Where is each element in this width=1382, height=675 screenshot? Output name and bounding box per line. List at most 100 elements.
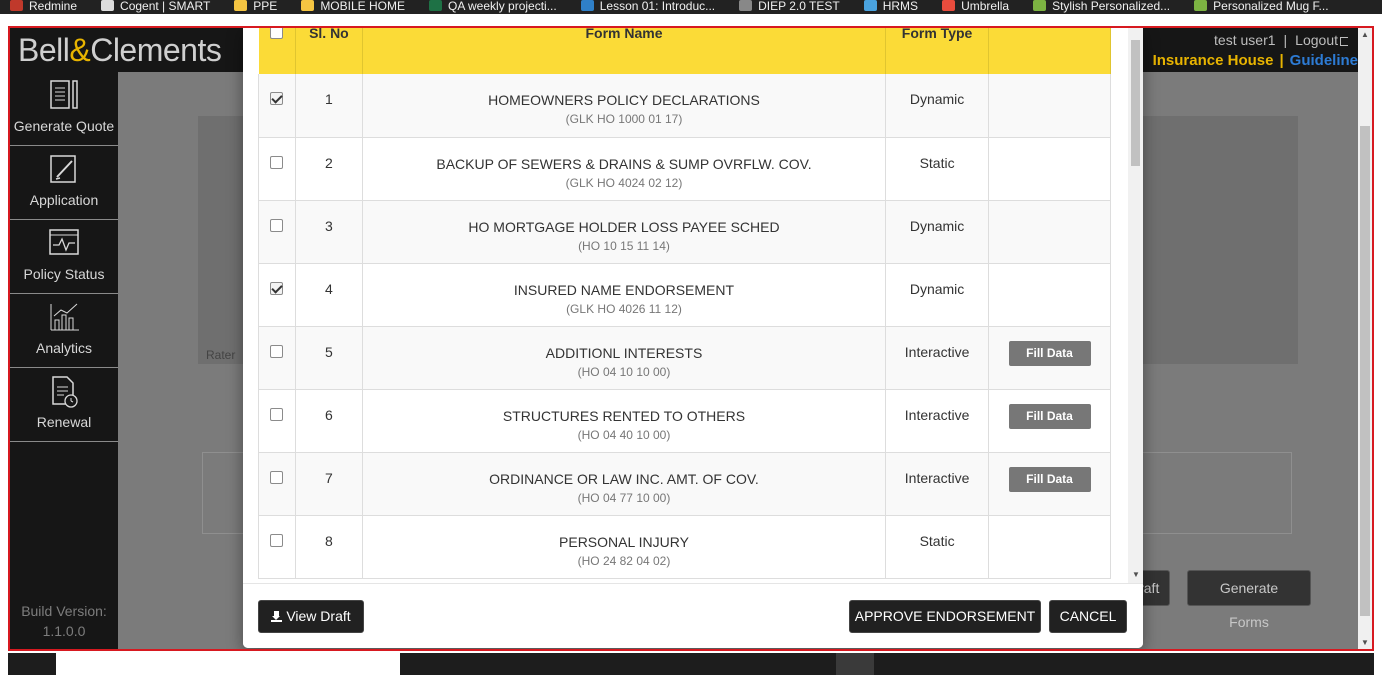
page-scrollbar[interactable]: ▲ ▼ xyxy=(1358,28,1372,649)
form-name-cell: ORDINANCE OR LAW INC. AMT. OF COV. (HO 04… xyxy=(361,452,887,516)
bookmark-item[interactable]: Lesson 01: Introduc... xyxy=(580,0,716,13)
table-row: 8 PERSONAL INJURY (HO 24 82 04 02) Static xyxy=(258,515,1111,579)
bookmark-item[interactable]: QA weekly projecti... xyxy=(429,0,557,12)
fill-data-button[interactable]: Fill Data xyxy=(1008,403,1091,429)
bookmark-item[interactable]: DIEP 2.0 TEST xyxy=(739,0,840,12)
sidebar-item-renewal[interactable]: Renewal xyxy=(10,368,118,442)
select-all-checkbox[interactable] xyxy=(270,28,284,39)
table-row: 4 INSURED NAME ENDORSEMENT (GLK HO 4026 11… xyxy=(258,263,1111,327)
sl-no-header: Sl. No xyxy=(295,28,363,74)
bookmark-item[interactable]: Cogent | SMART xyxy=(101,0,210,12)
modal-scroll-down-arrow-icon[interactable]: ▼ xyxy=(1132,570,1140,579)
modal-scrollbar-thumb[interactable] xyxy=(1131,40,1140,166)
redmine-icon xyxy=(10,0,23,11)
bookmark-label: Lesson 01: Introduc... xyxy=(599,0,716,13)
rater-label: Rater xyxy=(206,348,236,362)
sl-no-cell: 8 xyxy=(294,515,363,579)
form-name: ADDITIONL INTERESTS xyxy=(545,344,703,361)
action-header xyxy=(988,28,1111,74)
bookmark-item[interactable]: Redmine xyxy=(10,0,77,12)
logo-text-left: Bell xyxy=(18,32,70,68)
brand-line: Insurance House | Guideline xyxy=(1153,52,1358,69)
row-checkbox[interactable] xyxy=(270,155,284,169)
sidebar-item-generate-quote[interactable]: Generate Quote xyxy=(10,72,118,146)
logo-ampersand: & xyxy=(69,32,91,68)
approve-endorsement-button[interactable]: APPROVE ENDORSEMENT xyxy=(849,600,1041,633)
view-draft-button[interactable]: View Draft xyxy=(258,600,364,633)
form-type-cell: Interactive xyxy=(885,326,990,390)
modal-scrollbar[interactable]: ▼ xyxy=(1128,28,1143,583)
form-name: ORDINANCE OR LAW INC. AMT. OF COV. xyxy=(489,470,759,487)
scroll-up-arrow-icon[interactable]: ▲ xyxy=(1361,30,1369,39)
row-checkbox[interactable] xyxy=(270,407,284,421)
forms-table-container: Sl. No Form Name Form Type 1 HOMEOWNERS P… xyxy=(258,28,1141,583)
app-icon xyxy=(739,0,753,11)
logout-icon[interactable] xyxy=(1340,37,1348,46)
insurance-house-link[interactable]: Insurance House xyxy=(1153,52,1274,69)
logo-text-right: Clements xyxy=(90,32,222,68)
row-checkbox[interactable] xyxy=(270,470,284,484)
bookmark-label: MOBILE HOME xyxy=(320,0,405,13)
form-code: (HO 04 77 10 00) xyxy=(577,490,671,505)
action-cell: Fill Data xyxy=(988,389,1111,453)
logo: Bell&Clements xyxy=(18,32,222,69)
action-cell xyxy=(988,74,1111,138)
row-checkbox[interactable] xyxy=(270,218,284,232)
sidebar-item-label: Policy Status xyxy=(23,266,105,282)
form-name: BACKUP OF SEWERS & DRAINS & SUMP OVRFLW.… xyxy=(436,155,812,172)
bookmark-item[interactable]: HRMS xyxy=(863,0,919,13)
form-name-header: Form Name xyxy=(362,28,887,74)
cancel-button[interactable]: CANCEL xyxy=(1049,600,1127,633)
fill-data-button[interactable]: Fill Data xyxy=(1008,340,1091,366)
taskbar-gray-region xyxy=(836,653,874,675)
guidelines-link[interactable]: Guideline xyxy=(1290,52,1358,69)
sl-no-cell: 4 xyxy=(294,263,363,327)
cloud-icon xyxy=(580,0,594,11)
bookmark-item[interactable]: PPE xyxy=(234,0,277,12)
form-name-cell: STRUCTURES RENTED TO OTHERS (HO 04 40 10 … xyxy=(361,389,887,453)
bookmark-label: Umbrella xyxy=(961,0,1010,13)
form-type-header: Form Type xyxy=(885,28,990,74)
bookmark-label: HRMS xyxy=(882,0,919,13)
build-version-value: 1.1.0.0 xyxy=(42,623,86,639)
table-row: 3 HO MORTGAGE HOLDER LOSS PAYEE SCHED (HO … xyxy=(258,200,1111,264)
user-line: test user1 | Logout xyxy=(1214,32,1348,48)
form-code: (GLK HO 1000 01 17) xyxy=(565,112,683,126)
row-checkbox[interactable] xyxy=(270,344,284,358)
sidebar-item-policy-status[interactable]: Policy Status xyxy=(10,220,118,294)
action-cell xyxy=(988,137,1111,201)
bookmarks-bar: Redmine Cogent | SMART PPE MOBILE HOME QA we… xyxy=(0,0,1382,14)
sidebar-item-label: Renewal xyxy=(36,414,92,430)
scroll-down-arrow-icon[interactable]: ▼ xyxy=(1361,638,1369,647)
sl-no-cell: 2 xyxy=(294,137,363,201)
sl-no-cell: 3 xyxy=(294,200,363,264)
quote-document-icon xyxy=(50,80,78,109)
form-type-cell: Interactive xyxy=(885,452,990,516)
sidebar-item-label: Generate Quote xyxy=(13,118,115,134)
select-cell xyxy=(258,74,296,138)
logout-link[interactable]: Logout xyxy=(1295,32,1338,48)
bookmark-item[interactable]: Personalized Mug F... xyxy=(1194,0,1329,12)
select-cell xyxy=(258,326,296,390)
row-checkbox[interactable] xyxy=(270,533,284,547)
globe-icon xyxy=(101,0,115,11)
sidebar-item-analytics[interactable]: Analytics xyxy=(10,294,118,368)
bookmark-item[interactable]: MOBILE HOME xyxy=(301,0,405,12)
background-generate-forms-button: Generate Forms xyxy=(1187,570,1311,630)
row-checkbox[interactable] xyxy=(270,92,284,105)
fill-data-button[interactable]: Fill Data xyxy=(1008,466,1091,492)
form-name-cell: HO MORTGAGE HOLDER LOSS PAYEE SCHED (HO 1… xyxy=(361,200,887,264)
form-name-cell: BACKUP OF SEWERS & DRAINS & SUMP OVRFLW.… xyxy=(361,137,887,201)
build-version: Build Version: 1.1.0.0 xyxy=(10,601,118,641)
download-icon xyxy=(271,611,283,622)
form-code: (HO 10 15 11 14) xyxy=(578,238,670,253)
sidebar-item-application[interactable]: Application xyxy=(10,146,118,220)
page-scrollbar-thumb[interactable] xyxy=(1360,126,1370,616)
form-type-cell: Static xyxy=(885,515,990,579)
sl-no-cell: 7 xyxy=(294,452,363,516)
bookmark-item[interactable]: Stylish Personalized... xyxy=(1033,0,1170,12)
row-checkbox[interactable] xyxy=(270,281,284,295)
bookmark-item[interactable]: Umbrella xyxy=(942,0,1009,12)
table-header-row: Sl. No Form Name Form Type xyxy=(258,28,1111,74)
sidebar: Generate Quote Application Policy Status… xyxy=(10,72,118,649)
